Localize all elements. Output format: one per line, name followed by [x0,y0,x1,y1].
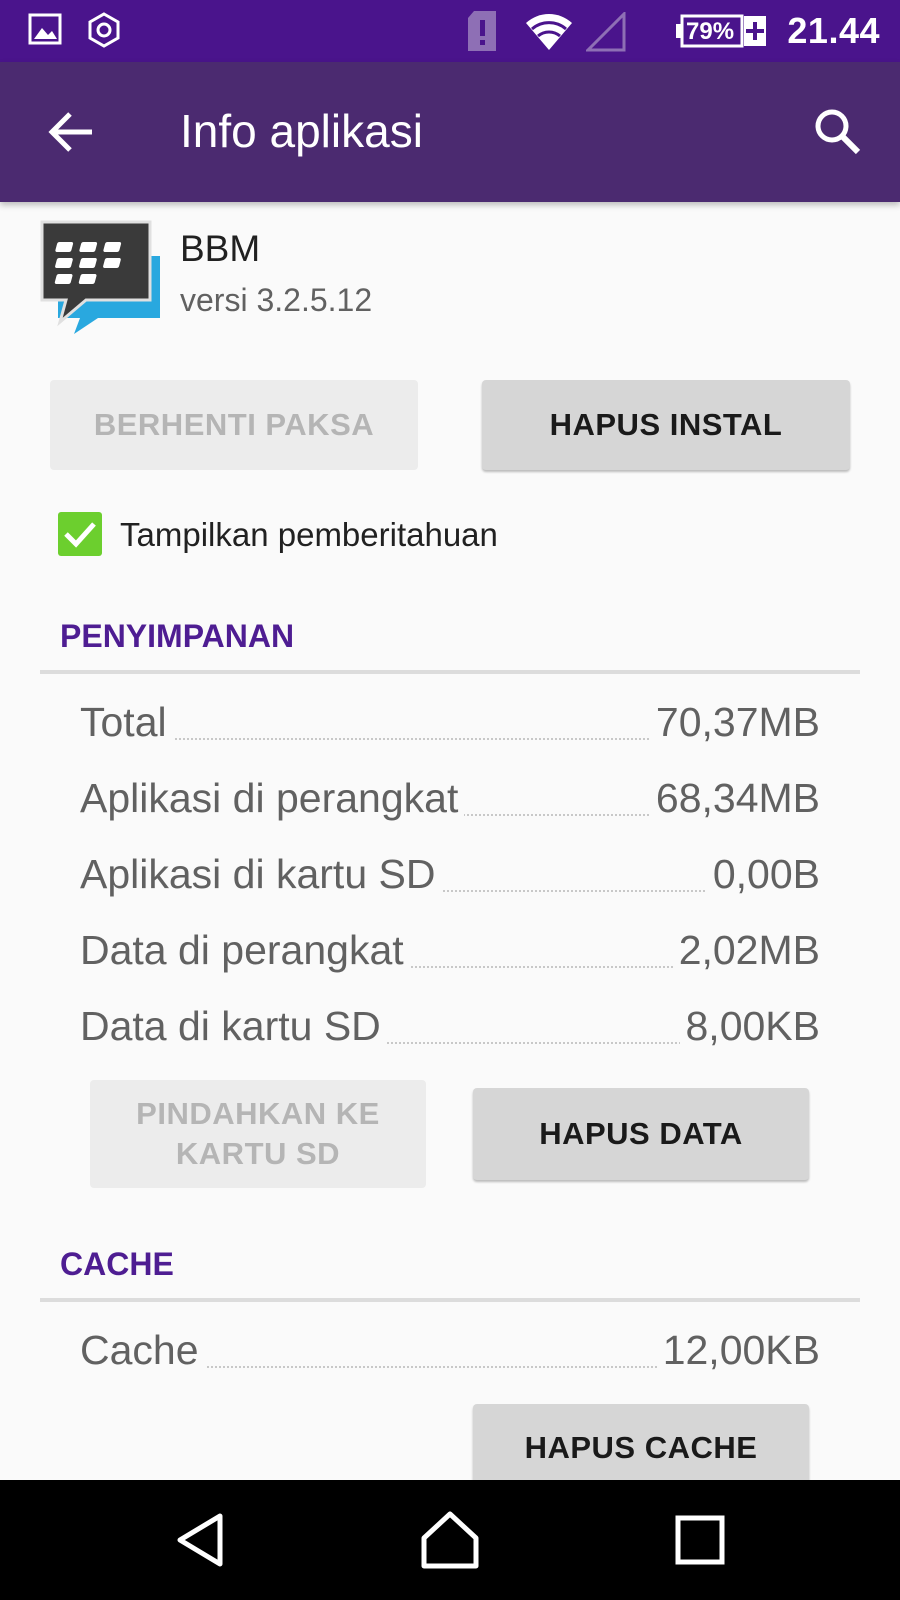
row-label: Aplikasi di kartu SD [80,848,442,900]
battery-percent: 79% [686,18,735,45]
wifi-icon [526,14,572,50]
row-value: 2,02MB [672,924,820,976]
storage-row-app-sd: Aplikasi di kartu SD 0,00B [80,848,820,900]
row-label: Total [80,696,173,748]
status-time: 21.44 [787,10,880,51]
row-label: Aplikasi di perangkat [80,772,465,824]
signal-icon [586,12,626,52]
battery-icon: 79% [676,14,768,48]
row-value: 12,00KB [656,1324,820,1376]
force-stop-label: BERHENTI PAKSA [93,407,375,442]
page-title: Info aplikasi [180,105,423,157]
app-name: BBM [180,228,261,269]
move-to-sd-button[interactable]: PINDAHKAN KE KARTU SD [90,1080,426,1188]
cache-row: Cache 12,00KB [80,1324,820,1376]
storage-divider [40,670,860,674]
cache-section-header: CACHE [60,1246,174,1282]
bbm-logo-icon [40,220,160,334]
storage-row-data-sd: Data di kartu SD 8,00KB [80,1000,820,1052]
uninstall-label: HAPUS INSTAL [549,407,783,442]
search-icon[interactable] [810,104,866,160]
move-to-sd-label-line2: KARTU SD [175,1136,341,1171]
status-bar: 79% 21.44 [0,0,900,62]
storage-section-header: PENYIMPANAN [60,618,295,654]
clear-cache-label: HAPUS CACHE [524,1430,758,1465]
app-version: versi 3.2.5.12 [180,282,373,318]
row-value: 0,00B [706,848,820,900]
home-icon[interactable] [418,1508,482,1572]
app-bar: Info aplikasi [0,62,900,202]
row-value: 68,34MB [649,772,820,824]
recents-icon[interactable] [668,1508,732,1572]
storage-row-data-device: Data di perangkat 2,02MB [80,924,820,976]
show-notifications-label: Tampilkan pemberitahuan [120,516,498,553]
show-notifications-checkbox[interactable] [58,512,102,556]
cache-divider [40,1298,860,1302]
move-to-sd-label-line1: PINDAHKAN KE [136,1096,380,1131]
navigation-bar [0,1480,900,1600]
row-value: 8,00KB [679,1000,820,1052]
clear-data-button[interactable]: HAPUS DATA [473,1088,809,1180]
checkmark-icon [64,522,96,548]
arrow-back-icon[interactable] [44,104,100,160]
uninstall-button[interactable]: HAPUS INSTAL [482,380,850,470]
sim-alert-icon [468,11,496,51]
image-icon [28,13,62,45]
row-label: Data di kartu SD [80,1000,387,1052]
storage-row-app-device: Aplikasi di perangkat 68,34MB [80,772,820,824]
row-value: 70,37MB [649,696,820,748]
storage-row-total: Total 70,37MB [80,696,820,748]
back-triangle-icon[interactable] [170,1508,234,1572]
row-label: Cache [80,1324,205,1376]
clear-data-label: HAPUS DATA [539,1116,743,1151]
row-label: Data di perangkat [80,924,410,976]
settings-hex-icon [88,12,120,48]
force-stop-button[interactable]: BERHENTI PAKSA [50,380,418,470]
